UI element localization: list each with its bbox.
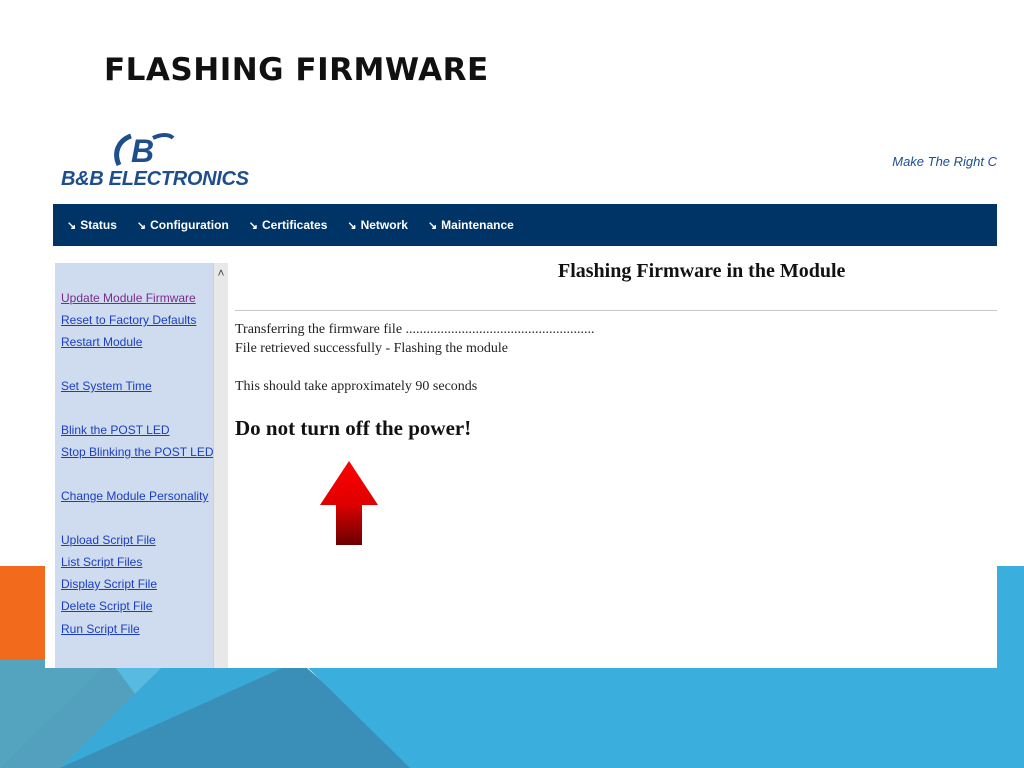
power-warning: Do not turn off the power! (235, 416, 472, 440)
sidebar-item-display-script[interactable]: Display Script File (61, 577, 157, 591)
nav-certificates[interactable]: ↘ Certificates (249, 218, 328, 232)
red-up-arrow-icon (320, 461, 378, 545)
sidebar-item-update-firmware[interactable]: Update Module Firmware (61, 291, 196, 305)
nav-maintenance[interactable]: ↘ Maintenance (428, 218, 514, 232)
sidebar-item-restart-module[interactable]: Restart Module (61, 335, 142, 349)
arrow-down-right-icon: ↘ (248, 220, 258, 232)
sidebar-item-stop-blinking[interactable]: Stop Blinking the POST LED (61, 445, 214, 459)
content-title: Flashing Firmware in the Module (558, 260, 846, 282)
sidebar-scrollbar[interactable]: ˄ (213, 263, 228, 668)
slide-title: FLASHING FIRMWARE (104, 52, 489, 88)
chevron-up-icon[interactable]: ˄ (214, 263, 228, 283)
arrow-down-right-icon: ↘ (347, 220, 357, 232)
time-message: This should take approximately 90 second… (235, 379, 478, 394)
transfer-message: Transferring the firmware file .........… (235, 322, 595, 337)
arrow-down-right-icon: ↘ (136, 220, 147, 232)
sidebar: Update Module Firmware Reset to Factory … (55, 263, 214, 668)
logo-text: B&B ELECTRONICS (61, 168, 249, 190)
arrow-down-right-icon: ↘ (67, 220, 77, 232)
svg-text:B: B (131, 133, 154, 169)
bb-logo-mark-icon: B (114, 133, 175, 169)
bb-logo: B B&B ELECTRONICS (59, 130, 279, 200)
sidebar-item-set-system-time[interactable]: Set System Time (61, 379, 152, 393)
main-nav: ↘ Status ↘ Configuration ↘ Certificates ↘ Ne… (53, 204, 997, 246)
nav-network[interactable]: ↘ Network (347, 218, 408, 232)
arrow-down-right-icon: ↘ (427, 220, 438, 232)
sidebar-item-change-personality[interactable]: Change Module Personality (61, 489, 208, 503)
sidebar-item-blink-post-led[interactable]: Blink the POST LED (61, 423, 170, 437)
sidebar-item-reset-defaults[interactable]: Reset to Factory Defaults (61, 313, 196, 327)
sidebar-item-upload-script[interactable]: Upload Script File (61, 533, 156, 547)
status-message: File retrieved successfully - Flashing t… (235, 341, 508, 356)
embedded-screenshot: B B&B ELECTRONICS Make The Right C ↘ Stat… (45, 118, 997, 668)
tagline: Make The Right C (892, 154, 997, 169)
sidebar-item-run-script[interactable]: Run Script File (61, 622, 140, 636)
sidebar-item-list-scripts[interactable]: List Script Files (61, 555, 142, 569)
nav-configuration[interactable]: ↘ Configuration (137, 218, 229, 232)
nav-status[interactable]: ↘ Status (67, 218, 117, 232)
divider (235, 310, 997, 311)
sidebar-item-delete-script[interactable]: Delete Script File (61, 599, 152, 613)
main-content: Flashing Firmware in the Module Transfer… (235, 258, 997, 668)
